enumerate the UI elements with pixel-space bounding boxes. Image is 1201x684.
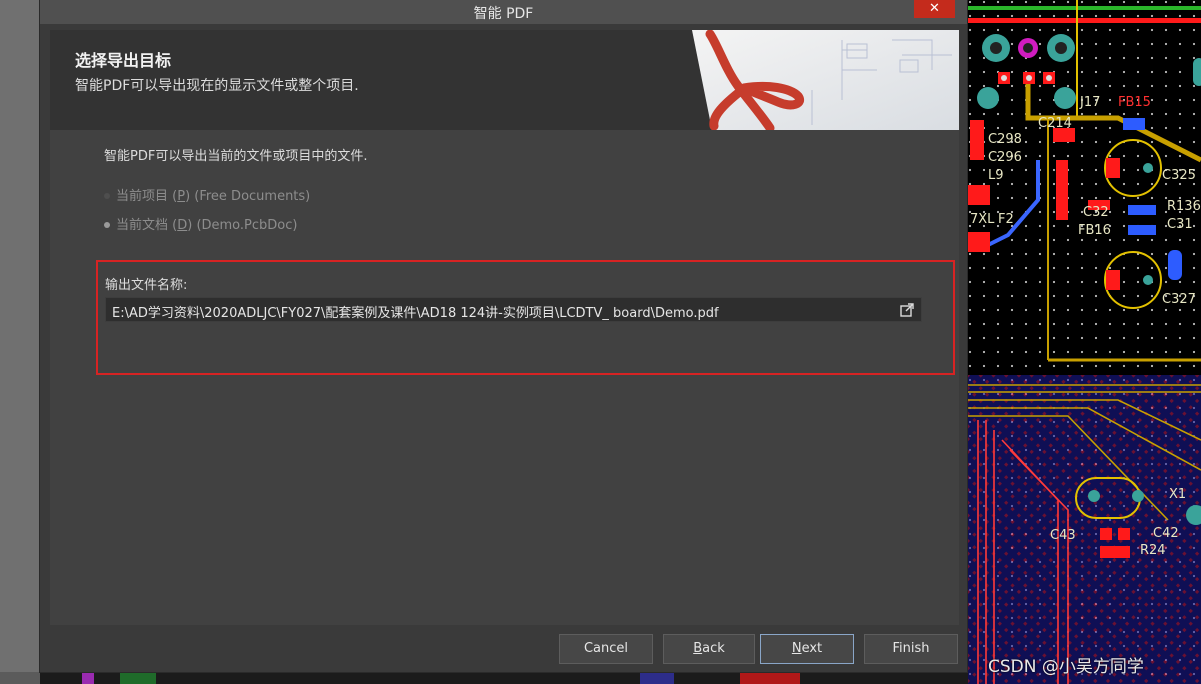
window-title: 智能 PDF [473,6,534,22]
next-label: ext [801,641,823,656]
page-subtitle: 智能PDF可以导出现在的显示文件或整个项目. [75,78,359,94]
output-path-input[interactable]: E:\AD学习资料\2020ADLJC\FY027\配套案例及课件\AD18 1… [105,297,922,322]
output-file-section: 输出文件名称: E:\AD学习资料\2020ADLJC\FY027\配套案例及课… [96,260,955,375]
radio-current-document[interactable]: 当前文档 (D) (Demo.PcbDoc) [104,214,297,233]
watermark: CSDN @小吴方同学 [988,657,1144,677]
desktop-background-left [0,0,40,684]
pcb-label-c214: C214 [1038,116,1072,131]
pcb-label-c43: C43 [1050,528,1076,543]
option-accelerator: P [177,189,186,204]
smart-pdf-dialog: 智能 PDF ✕ 选择导出目标 智能PDF可以导出现在的显示文件或整个项目. 智… [40,0,967,672]
back-label: ack [702,641,725,656]
option-label: 当前项目 ( [116,189,178,204]
finish-button[interactable]: Finish [864,634,958,664]
radio-indicator-selected[interactable] [104,221,110,228]
output-file-label: 输出文件名称: [105,278,188,293]
pcb-editor-canvas[interactable]: J17 FB15 C214 C298 C296 L9 F2 7XL C32 FB… [968,0,1201,684]
pcb-label-l9: L9 [988,168,1004,183]
option-detail: ) (Demo.PcbDoc) [187,218,298,233]
pcb-label-c31: C31 [1167,217,1193,232]
cancel-button[interactable]: Cancel [559,634,653,664]
next-accelerator: N [791,641,802,656]
next-button[interactable]: Next [760,634,854,664]
option-accelerator: D [177,218,188,233]
pdf-banner-image [692,30,959,130]
pcb-visible-strip [40,672,968,684]
close-icon: ✕ [929,1,940,16]
close-button[interactable]: ✕ [914,0,955,18]
radio-current-project[interactable]: 当前项目 (P) (Free Documents) [104,185,310,204]
pcb-label-c325: C325 [1162,168,1196,183]
back-accelerator: B [693,641,703,656]
pcb-label-j17: J17 [1080,95,1101,110]
option-detail: ) (Free Documents) [185,189,311,204]
title-bar[interactable]: 智能 PDF ✕ [40,0,967,24]
pcb-label-r24: R24 [1140,543,1166,558]
back-button[interactable]: Back [663,634,755,664]
description-text: 智能PDF可以导出当前的文件或项目中的文件. [104,149,368,164]
pcb-label-r136: R136 [1167,199,1201,214]
browse-icon[interactable] [899,302,915,318]
pcb-label-c296: C296 [988,150,1022,165]
option-label: 当前文档 ( [116,218,178,233]
pcb-label-fb16: FB16 [1078,223,1111,238]
wizard-header: 选择导出目标 智能PDF可以导出现在的显示文件或整个项目. [50,30,959,130]
pcb-label-fb15: FB15 [1118,95,1151,110]
pcb-label-c32: C32 [1083,205,1109,220]
output-path-value: E:\AD学习资料\2020ADLJC\FY027\配套案例及课件\AD18 1… [112,306,719,321]
pcb-label-x1: X1 [1169,487,1187,502]
pcb-label-c298: C298 [988,132,1022,147]
pcb-label-c327: C327 [1162,292,1196,307]
pcb-label-c42: C42 [1153,526,1179,541]
wizard-panel: 选择导出目标 智能PDF可以导出现在的显示文件或整个项目. 智能PDF可以导出当… [50,30,959,625]
page-title: 选择导出目标 [75,51,172,70]
pcb-label-7xl: 7XL [970,212,995,227]
pcb-label-f2: F2 [998,212,1014,227]
radio-indicator[interactable] [104,192,110,199]
